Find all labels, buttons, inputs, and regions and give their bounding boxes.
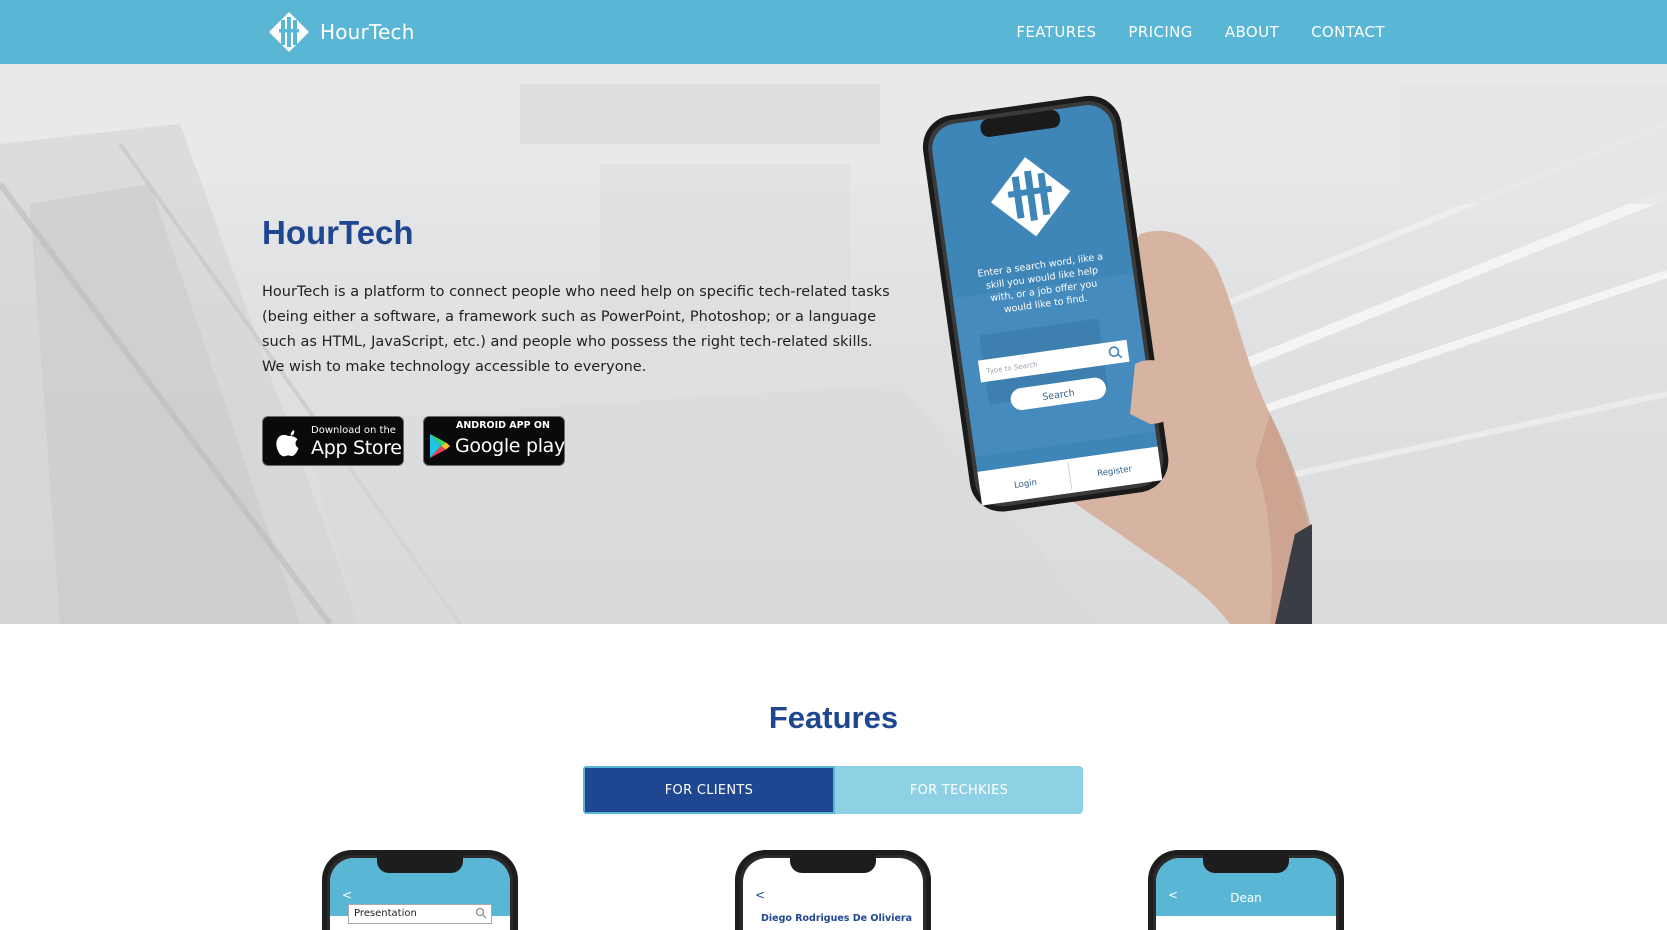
features-title: Features xyxy=(768,700,899,735)
hand-holding-phone-illustration: Enter a search word, like a skill you wo… xyxy=(922,95,1312,624)
chevron-left-icon[interactable]: < xyxy=(755,888,765,902)
feature-preview-phone-2: < Diego Rodrigues De Oliviera xyxy=(735,850,931,930)
hero-phone-mockup: Enter a search word, like a skill you wo… xyxy=(900,64,1370,624)
feature-preview-phone-3: < Dean xyxy=(1148,850,1344,930)
google-play-icon xyxy=(430,434,450,458)
brand-name: HourTech xyxy=(320,20,415,44)
features-tabs: FOR CLIENTS FOR TECHKIES xyxy=(583,766,1083,814)
nav-pricing[interactable]: PRICING xyxy=(1128,23,1192,41)
tab-for-clients[interactable]: FOR CLIENTS xyxy=(583,766,835,814)
navbar: HourTech FEATURES PRICING ABOUT CONTACT xyxy=(0,0,1667,64)
nav-about[interactable]: ABOUT xyxy=(1225,23,1279,41)
app-store-big-text: App Store xyxy=(311,437,402,459)
app-store-button[interactable]: Download on the App Store xyxy=(262,416,404,466)
hero-section: HourTech HourTech is a platform to conne… xyxy=(0,64,1667,624)
google-play-small-text: ANDROID APP ON xyxy=(456,420,550,431)
hero-title: HourTech xyxy=(262,214,414,251)
nav-features[interactable]: FEATURES xyxy=(1016,23,1096,41)
hero-description: HourTech is a platform to connect people… xyxy=(262,284,890,375)
feature-preview-phone-1: < Presentation xyxy=(322,850,518,930)
tab-for-techkies[interactable]: FOR TECHKIES xyxy=(835,766,1083,814)
preview-chat-title: Dean xyxy=(1230,891,1262,905)
main-nav: FEATURES PRICING ABOUT CONTACT xyxy=(1016,0,1385,64)
google-play-button[interactable]: ANDROID APP ON Google play xyxy=(423,416,565,466)
search-icon xyxy=(475,907,487,919)
google-play-big-text: Google play xyxy=(455,435,565,457)
hourtech-logo-icon xyxy=(269,12,309,52)
brand[interactable]: HourTech xyxy=(268,11,415,53)
preview-profile-name: Diego Rodrigues De Oliviera xyxy=(761,913,912,924)
apple-icon xyxy=(276,430,299,457)
nav-contact[interactable]: CONTACT xyxy=(1311,23,1385,41)
preview-search-box: Presentation xyxy=(348,904,492,924)
app-store-small-text: Download on the xyxy=(311,425,396,436)
preview-search-text: Presentation xyxy=(354,908,417,919)
chevron-left-icon[interactable]: < xyxy=(342,888,352,902)
